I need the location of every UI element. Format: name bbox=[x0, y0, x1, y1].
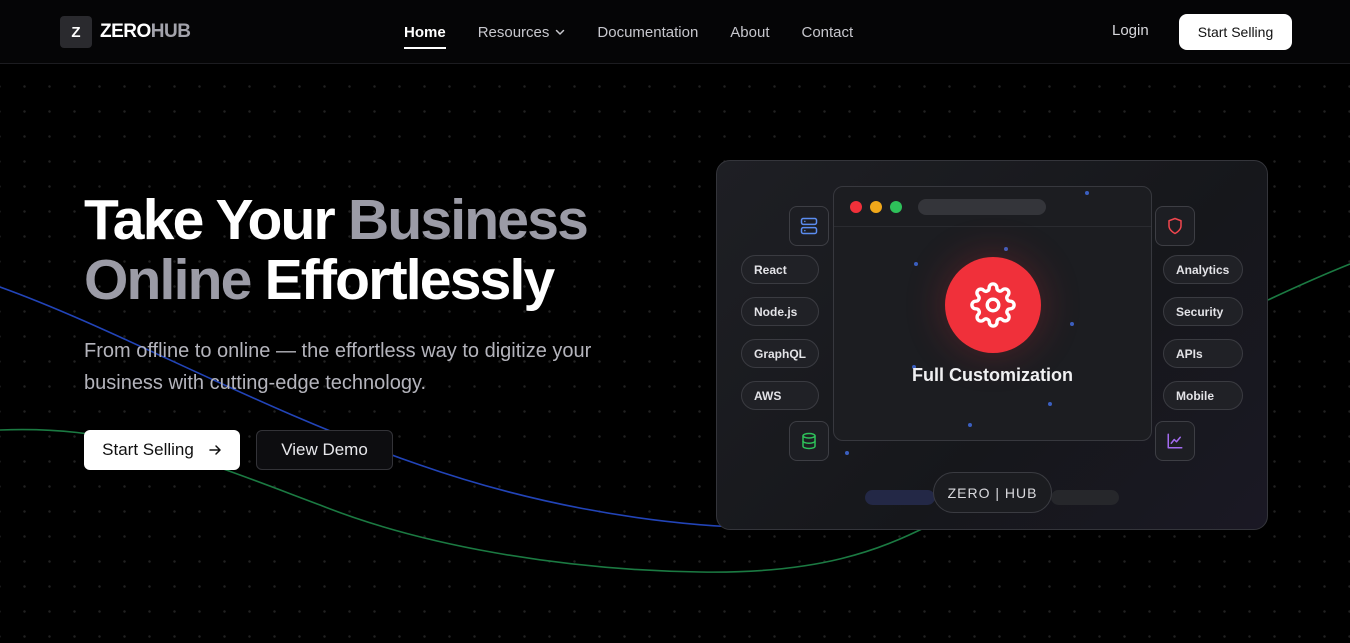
feature-pill-analytics: Analytics bbox=[1163, 255, 1243, 284]
nav-documentation-label: Documentation bbox=[597, 23, 699, 41]
header-start-selling-button[interactable]: Start Selling bbox=[1179, 14, 1292, 50]
window-close-dot bbox=[850, 201, 862, 213]
feature-showcase-card: Full Customization React Node.js GraphQL… bbox=[716, 160, 1268, 530]
tech-pill-react: React bbox=[741, 255, 819, 284]
database-tile bbox=[789, 421, 829, 461]
browser-window-mock: Full Customization bbox=[833, 186, 1152, 441]
nav-contact-label: Contact bbox=[801, 23, 854, 41]
nav-about[interactable]: About bbox=[730, 0, 769, 64]
nav-about-label: About bbox=[730, 23, 770, 41]
gear-badge bbox=[945, 257, 1041, 353]
hero-title: Take Your Business Online Effortlessly bbox=[84, 188, 589, 310]
feature-pill-mobile: Mobile bbox=[1163, 381, 1243, 410]
brand-logo[interactable]: Z ZEROHUB bbox=[60, 16, 191, 48]
sparkle-dot bbox=[1085, 191, 1089, 195]
hero-start-selling-button[interactable]: Start Selling bbox=[84, 430, 240, 470]
nav-home[interactable]: Home bbox=[404, 0, 446, 64]
hero-title-online: Online bbox=[84, 248, 252, 312]
gear-icon bbox=[970, 282, 1016, 328]
shield-tile bbox=[1155, 206, 1195, 246]
feature-pill-security: Security bbox=[1163, 297, 1243, 326]
chart-tile bbox=[1155, 421, 1195, 461]
hero-title-line-2: Online Effortlessly bbox=[84, 250, 587, 310]
database-icon bbox=[802, 432, 816, 450]
tech-pill-graphql: GraphQL bbox=[741, 339, 819, 368]
server-icon bbox=[800, 217, 818, 235]
arrow-right-icon bbox=[209, 445, 221, 455]
sparkle-dot bbox=[968, 423, 972, 427]
nav-contact[interactable]: Contact bbox=[802, 0, 854, 64]
login-link[interactable]: Login bbox=[1112, 22, 1149, 39]
logo-word-hub: HUB bbox=[150, 21, 191, 42]
nav-documentation[interactable]: Documentation bbox=[597, 0, 698, 64]
main-nav: Home Resources Documentation About Conta… bbox=[404, 0, 885, 64]
logo-mark: Z bbox=[60, 16, 92, 48]
chart-line-icon bbox=[1167, 433, 1183, 449]
sparkle-dot bbox=[1048, 402, 1052, 406]
hero-start-selling-label: Start Selling bbox=[102, 440, 194, 459]
nav-home-label: Home bbox=[404, 23, 446, 41]
hero-title-business: Business bbox=[347, 188, 589, 252]
progress-track-left bbox=[865, 490, 935, 505]
logo-word-zero: ZERO bbox=[100, 21, 151, 42]
zerohub-badge: ZERO | HUB bbox=[933, 472, 1052, 513]
view-demo-button[interactable]: View Demo bbox=[256, 430, 393, 470]
window-minimize-dot bbox=[870, 201, 882, 213]
window-maximize-dot bbox=[890, 201, 902, 213]
progress-track-right bbox=[1051, 490, 1119, 505]
feature-pill-apis: APIs bbox=[1163, 339, 1243, 368]
hero-subtitle: From offline to online — the effortless … bbox=[84, 340, 592, 394]
full-customization-label: Full Customization bbox=[912, 365, 1073, 385]
tech-pill-aws: AWS bbox=[741, 381, 819, 410]
nav-resources[interactable]: Resources bbox=[478, 0, 566, 64]
sparkle-dot bbox=[845, 451, 849, 455]
chevron-down-icon bbox=[556, 29, 565, 35]
hero-title-take-your: Take Your bbox=[84, 188, 336, 252]
browser-address-bar bbox=[918, 199, 1046, 215]
nav-resources-label: Resources bbox=[477, 23, 550, 41]
logo-wordmark: ZEROHUB bbox=[100, 21, 191, 43]
browser-title-bar bbox=[834, 187, 1151, 227]
shield-icon bbox=[1168, 217, 1182, 235]
top-navbar: Z ZEROHUB Home Resources Documentation A… bbox=[0, 0, 1350, 64]
sparkle-dot bbox=[914, 262, 918, 266]
hero-title-effortlessly: Effortlessly bbox=[264, 248, 556, 312]
tech-pill-nodejs: Node.js bbox=[741, 297, 819, 326]
sparkle-dot bbox=[1070, 322, 1074, 326]
sparkle-dot bbox=[1004, 247, 1008, 251]
server-tile bbox=[789, 206, 829, 246]
hero-title-line-1: Take Your Business bbox=[84, 188, 589, 252]
